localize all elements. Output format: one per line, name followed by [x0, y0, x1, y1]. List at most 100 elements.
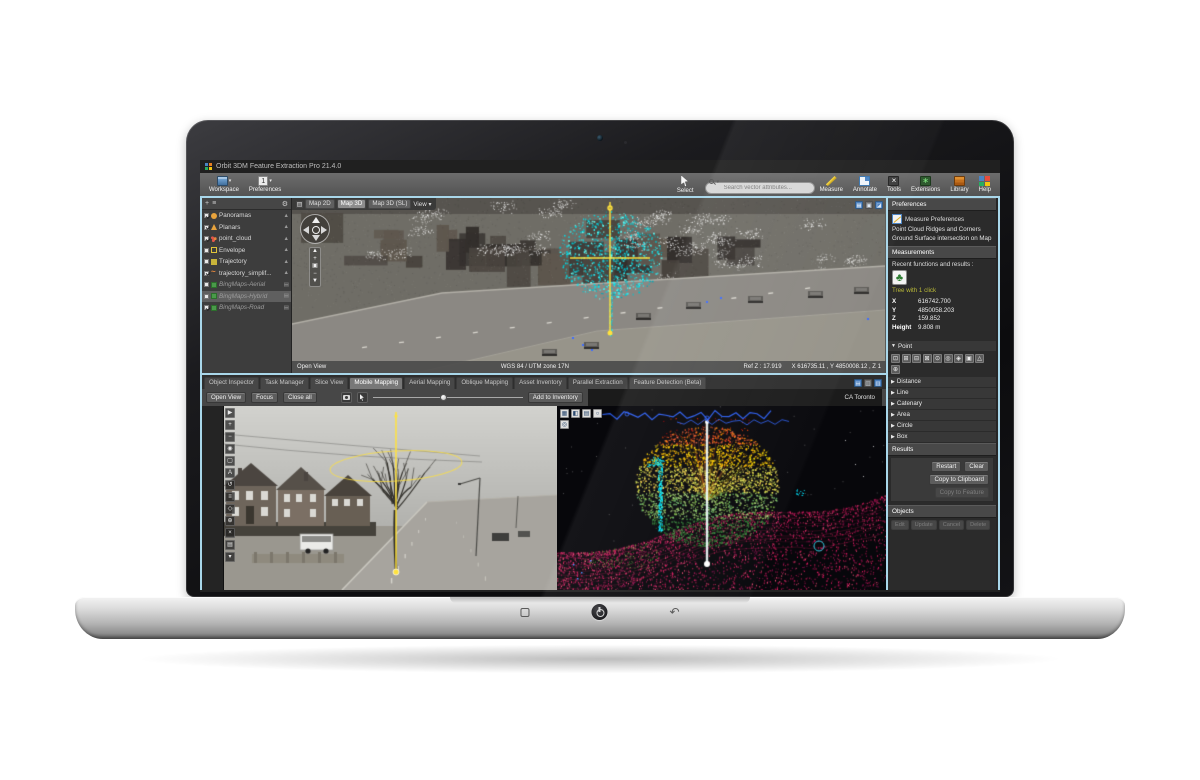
tree-with-1-click-button[interactable]: ♣ — [892, 270, 907, 285]
checkbox[interactable] — [204, 282, 209, 287]
close-all-button[interactable]: Close all — [283, 392, 317, 403]
tree-item[interactable]: trajectory_simplif... ▲ — [202, 268, 291, 280]
extensions-button[interactable]: ∗ Extensions — [906, 176, 945, 193]
tab-oblique-mapping[interactable]: Oblique Mapping — [456, 377, 513, 389]
pointcloud-viewport[interactable]: ▦ ◧ ▤ ○ ◎ — [557, 406, 886, 590]
checkbox[interactable] — [204, 305, 209, 310]
pref-link-ridges[interactable]: Point Cloud Ridges and Corners — [892, 225, 992, 234]
copy-to-clipboard-button[interactable]: Copy to Clipboard — [929, 474, 989, 485]
section-line[interactable]: ▶ Line — [888, 388, 996, 398]
camera-tool-button[interactable] — [341, 392, 352, 403]
annotate-button[interactable]: Annotate — [848, 176, 882, 193]
layout-grid-icon[interactable] — [296, 201, 303, 208]
rotate-icon[interactable]: ↺ — [225, 480, 235, 490]
point-tool-icon[interactable]: ⊙ — [933, 354, 942, 363]
select-tool-button[interactable]: Select — [672, 176, 699, 194]
add-to-inventory-button[interactable]: Add to Inventory — [528, 392, 583, 403]
point-tool-icon[interactable]: ◎ — [944, 354, 953, 363]
list-icon[interactable]: ≡ — [212, 200, 216, 207]
target-icon[interactable]: ◎ — [560, 420, 569, 429]
section-catenary[interactable]: ▶ Catenary — [888, 399, 996, 409]
tab-asset-inventory[interactable]: Asset Inventory — [514, 377, 567, 389]
point-tool-icon[interactable]: △ — [975, 354, 984, 363]
power-button[interactable] — [591, 604, 607, 620]
grid-icon[interactable]: ▦ — [560, 409, 569, 418]
pan-up-icon[interactable]: ▲ — [312, 248, 318, 256]
street-canvas[interactable] — [224, 406, 557, 590]
search-input[interactable] — [705, 182, 815, 194]
checkbox[interactable] — [204, 213, 209, 218]
fullscreen-icon[interactable]: ◪ — [875, 201, 883, 209]
opacity-slider[interactable] — [373, 393, 523, 402]
pref-link-ground[interactable]: Ground Surface intersection on Map 2D — [892, 234, 992, 243]
tree-item[interactable]: Planars ▲ — [202, 222, 291, 234]
slider-thumb[interactable] — [440, 394, 447, 401]
checkbox[interactable] — [204, 294, 209, 299]
section-distance[interactable]: ▶ Distance — [888, 377, 996, 387]
tab-task-manager[interactable]: Task Manager — [260, 377, 309, 389]
frame-icon[interactable]: ▢ — [225, 456, 235, 466]
measure-preferences-item[interactable]: Measure Preferences — [892, 213, 992, 225]
point-tool-icon[interactable]: ⊠ — [923, 354, 932, 363]
tools-button[interactable]: × Tools — [882, 176, 906, 193]
section-area[interactable]: ▶ Area — [888, 410, 996, 420]
section-point[interactable]: ▼ Point — [888, 341, 996, 351]
point-tool-icon[interactable]: ▣ — [965, 354, 974, 363]
tab-object-inspector[interactable]: Object Inspector — [204, 377, 259, 389]
layers-icon[interactable]: ≡ — [225, 492, 235, 502]
checkbox[interactable] — [204, 271, 209, 276]
tree-item[interactable]: Panoramas ▲ — [202, 210, 291, 222]
point-tool-icon[interactable]: ⊕ — [891, 365, 900, 374]
zoom-out-icon[interactable]: − — [313, 271, 317, 279]
tree-item[interactable]: Trajectory ▲ — [202, 256, 291, 268]
grid-icon[interactable]: ▤ — [225, 540, 235, 550]
tab-map-3d[interactable]: Map 3D — [337, 199, 367, 209]
pan-down-icon[interactable]: ▼ — [312, 278, 318, 286]
restart-button[interactable]: Restart — [931, 461, 961, 472]
tab-map-2d[interactable]: Map 2D — [305, 199, 335, 209]
compass-widget[interactable]: ▲ + ▣ − ▼ — [300, 214, 330, 287]
compass-ring-icon[interactable] — [300, 214, 330, 244]
tree-item[interactable]: BingMaps-Road ▤ — [202, 302, 291, 314]
tab-slice-view[interactable]: Slice View — [310, 377, 348, 389]
zoom-out-icon[interactable]: − — [225, 432, 235, 442]
measure-button[interactable]: Measure — [815, 176, 848, 193]
library-button[interactable]: Library — [945, 176, 973, 193]
map-3d-viewport[interactable]: Map 2D Map 3D Map 3D (SL) View ▾ ▲ — [292, 198, 886, 373]
tree-item[interactable]: point_cloud ▲ — [202, 233, 291, 245]
close-icon[interactable]: × — [225, 528, 235, 538]
point-tool-icon[interactable]: ◈ — [954, 354, 963, 363]
checkbox[interactable] — [204, 248, 209, 253]
tab-mobile-mapping[interactable]: Mobile Mapping — [349, 377, 403, 389]
tree-item[interactable]: Envelope ▲ — [202, 245, 291, 257]
target-icon[interactable]: ◉ — [225, 444, 235, 454]
minimap-icon[interactable]: ▦ — [855, 201, 863, 209]
point-tool-icon[interactable]: ⊟ — [912, 354, 921, 363]
label-icon[interactable]: A — [225, 468, 235, 478]
tab-map-3d-sl[interactable]: Map 3D (SL) — [368, 199, 411, 209]
zoom-in-icon[interactable]: + — [313, 256, 317, 264]
workspace-button[interactable]: ▾ Workspace — [204, 176, 244, 193]
zoom-in-icon[interactable]: + — [225, 420, 235, 430]
checkbox[interactable] — [204, 259, 209, 264]
focus-button[interactable]: Focus — [251, 392, 278, 403]
section-circle[interactable]: ▶ Circle — [888, 421, 996, 431]
pointcloud-canvas[interactable] — [557, 406, 886, 590]
gear-icon[interactable]: ⚙ — [282, 200, 288, 208]
checkbox[interactable] — [204, 236, 209, 241]
tab-parallel-extraction[interactable]: Parallel Extraction — [568, 377, 628, 389]
preferences-button[interactable]: 1▾ Preferences — [244, 176, 286, 193]
zoom-bar[interactable]: ▲ + ▣ − ▼ — [309, 247, 321, 287]
section-box[interactable]: ▶ Box — [888, 432, 996, 442]
circle-icon[interactable]: ○ — [593, 409, 602, 418]
tree-item[interactable]: BingMaps-Aerial ▤ — [202, 279, 291, 291]
status-open-view[interactable]: Open View — [297, 364, 326, 370]
clear-button[interactable]: Clear — [964, 461, 989, 472]
dock-icon-2[interactable]: ◫ — [864, 379, 872, 387]
map-canvas[interactable] — [292, 198, 885, 373]
tab-feature-detection[interactable]: Feature Detection (Beta) — [629, 377, 707, 389]
open-view-button[interactable]: Open View — [206, 392, 246, 403]
help-button[interactable]: Help — [974, 176, 996, 193]
split-icon[interactable]: ◧ — [571, 409, 580, 418]
split-view-icon[interactable]: ▣ — [865, 201, 873, 209]
